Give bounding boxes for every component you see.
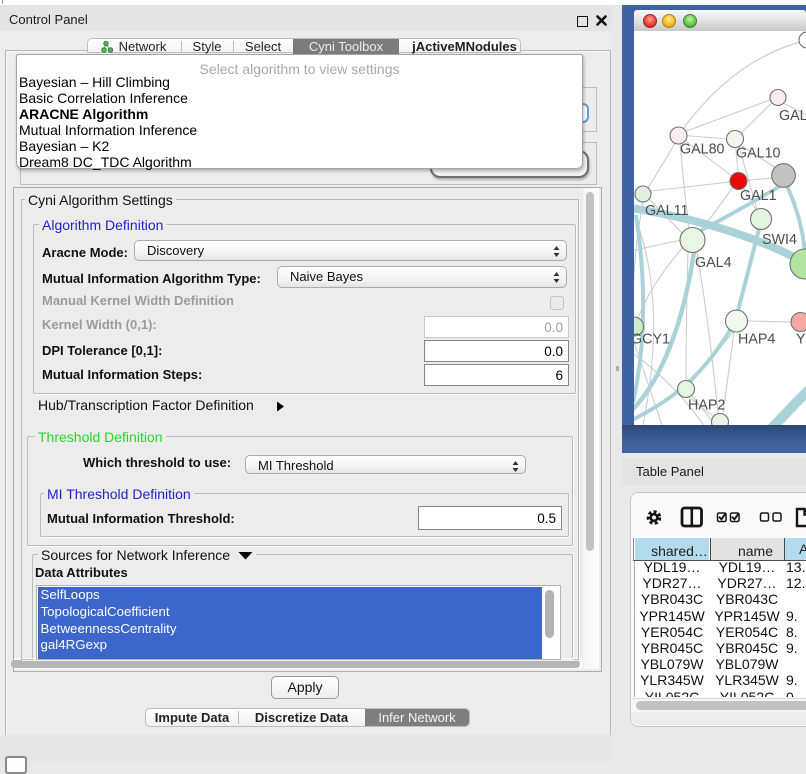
- svg-text:GAL1: GAL1: [740, 188, 777, 204]
- svg-text:HAP4: HAP4: [738, 332, 775, 348]
- svg-text:HAP2: HAP2: [688, 398, 725, 414]
- svg-text:GAL10: GAL10: [736, 146, 781, 162]
- svg-text:GAL80: GAL80: [680, 142, 725, 158]
- svg-text:Y: Y: [796, 332, 806, 348]
- svg-text:SWI4: SWI4: [762, 232, 797, 248]
- svg-text:GAL11: GAL11: [645, 203, 688, 219]
- svg-text:GAL4: GAL4: [695, 255, 732, 271]
- svg-text:GAL7: GAL7: [779, 108, 806, 124]
- svg-text:GCY1: GCY1: [634, 332, 670, 348]
